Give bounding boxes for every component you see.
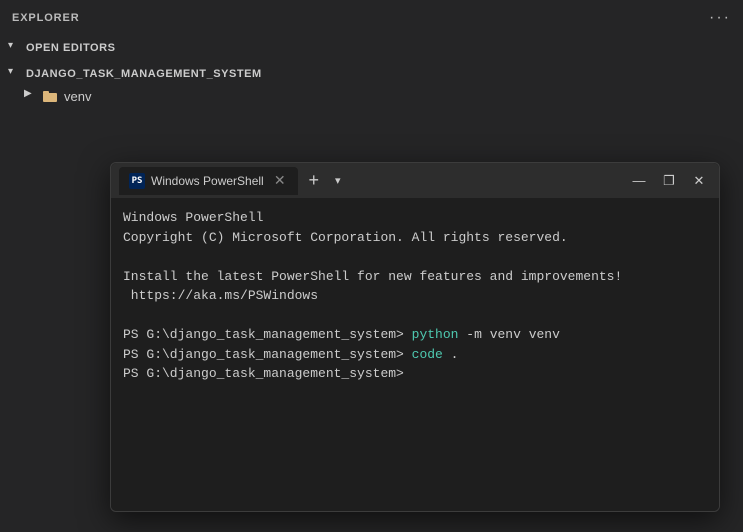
terminal-tab-powershell[interactable]: PS Windows PowerShell ✕ xyxy=(119,167,298,195)
terminal-body[interactable]: Windows PowerShell Copyright (C) Microso… xyxy=(111,198,719,511)
terminal-line-1: Windows PowerShell xyxy=(123,208,707,228)
open-editors-chevron: ▾ xyxy=(8,40,24,56)
folder-icon xyxy=(42,88,58,104)
dot-arg: . xyxy=(443,347,459,362)
sidebar-more-button[interactable]: ··· xyxy=(709,9,731,27)
sidebar-title: EXPLORER xyxy=(12,12,80,24)
terminal-line-9: PS G:\django_task_management_system> xyxy=(123,364,707,384)
terminal-line-8: PS G:\django_task_management_system> cod… xyxy=(123,345,707,365)
venv-folder-name: venv xyxy=(64,89,91,104)
sidebar-header: EXPLORER ··· xyxy=(0,0,743,35)
project-header[interactable]: ▾ DJANGO_TASK_MANAGEMENT_SYSTEM xyxy=(0,63,743,85)
project-label: DJANGO_TASK_MANAGEMENT_SYSTEM xyxy=(26,68,262,80)
terminal-window: PS Windows PowerShell ✕ + ▾ — ❐ ✕ Window… xyxy=(110,162,720,512)
minimize-button[interactable]: — xyxy=(627,169,651,193)
terminal-tab-close-button[interactable]: ✕ xyxy=(272,173,288,189)
open-editors-header[interactable]: ▾ OPEN EDITORS xyxy=(0,37,743,59)
venv-chevron: ▶ xyxy=(24,88,40,104)
terminal-line-3 xyxy=(123,247,707,267)
close-button[interactable]: ✕ xyxy=(687,169,711,193)
terminal-line-5: https://aka.ms/PSWindows xyxy=(123,286,707,306)
terminal-line-2: Copyright (C) Microsoft Corporation. All… xyxy=(123,228,707,248)
python-keyword: python xyxy=(412,327,459,342)
powershell-icon: PS xyxy=(129,173,145,189)
code-keyword: code xyxy=(412,347,443,362)
terminal-window-controls: — ❐ ✕ xyxy=(627,169,711,193)
new-terminal-button[interactable]: + xyxy=(302,169,326,193)
flag-m: -m xyxy=(458,327,489,342)
prompt-2: PS G:\django_task_management_system> xyxy=(123,347,412,362)
project-chevron: ▾ xyxy=(8,66,24,82)
section-project: ▾ DJANGO_TASK_MANAGEMENT_SYSTEM ▶ venv xyxy=(0,61,743,109)
terminal-titlebar: PS Windows PowerShell ✕ + ▾ — ❐ ✕ xyxy=(111,163,719,198)
open-editors-label: OPEN EDITORS xyxy=(26,42,116,54)
terminal-line-6 xyxy=(123,306,707,326)
terminal-line-4: Install the latest PowerShell for new fe… xyxy=(123,267,707,287)
terminal-line-7: PS G:\django_task_management_system> pyt… xyxy=(123,325,707,345)
terminal-dropdown-button[interactable]: ▾ xyxy=(326,169,350,193)
maximize-button[interactable]: ❐ xyxy=(657,169,681,193)
venv-args: venv venv xyxy=(490,327,560,342)
folder-venv[interactable]: ▶ venv xyxy=(0,85,743,107)
terminal-tab-label: Windows PowerShell xyxy=(151,174,264,188)
prompt-1: PS G:\django_task_management_system> xyxy=(123,327,412,342)
section-open-editors: ▾ OPEN EDITORS xyxy=(0,35,743,61)
